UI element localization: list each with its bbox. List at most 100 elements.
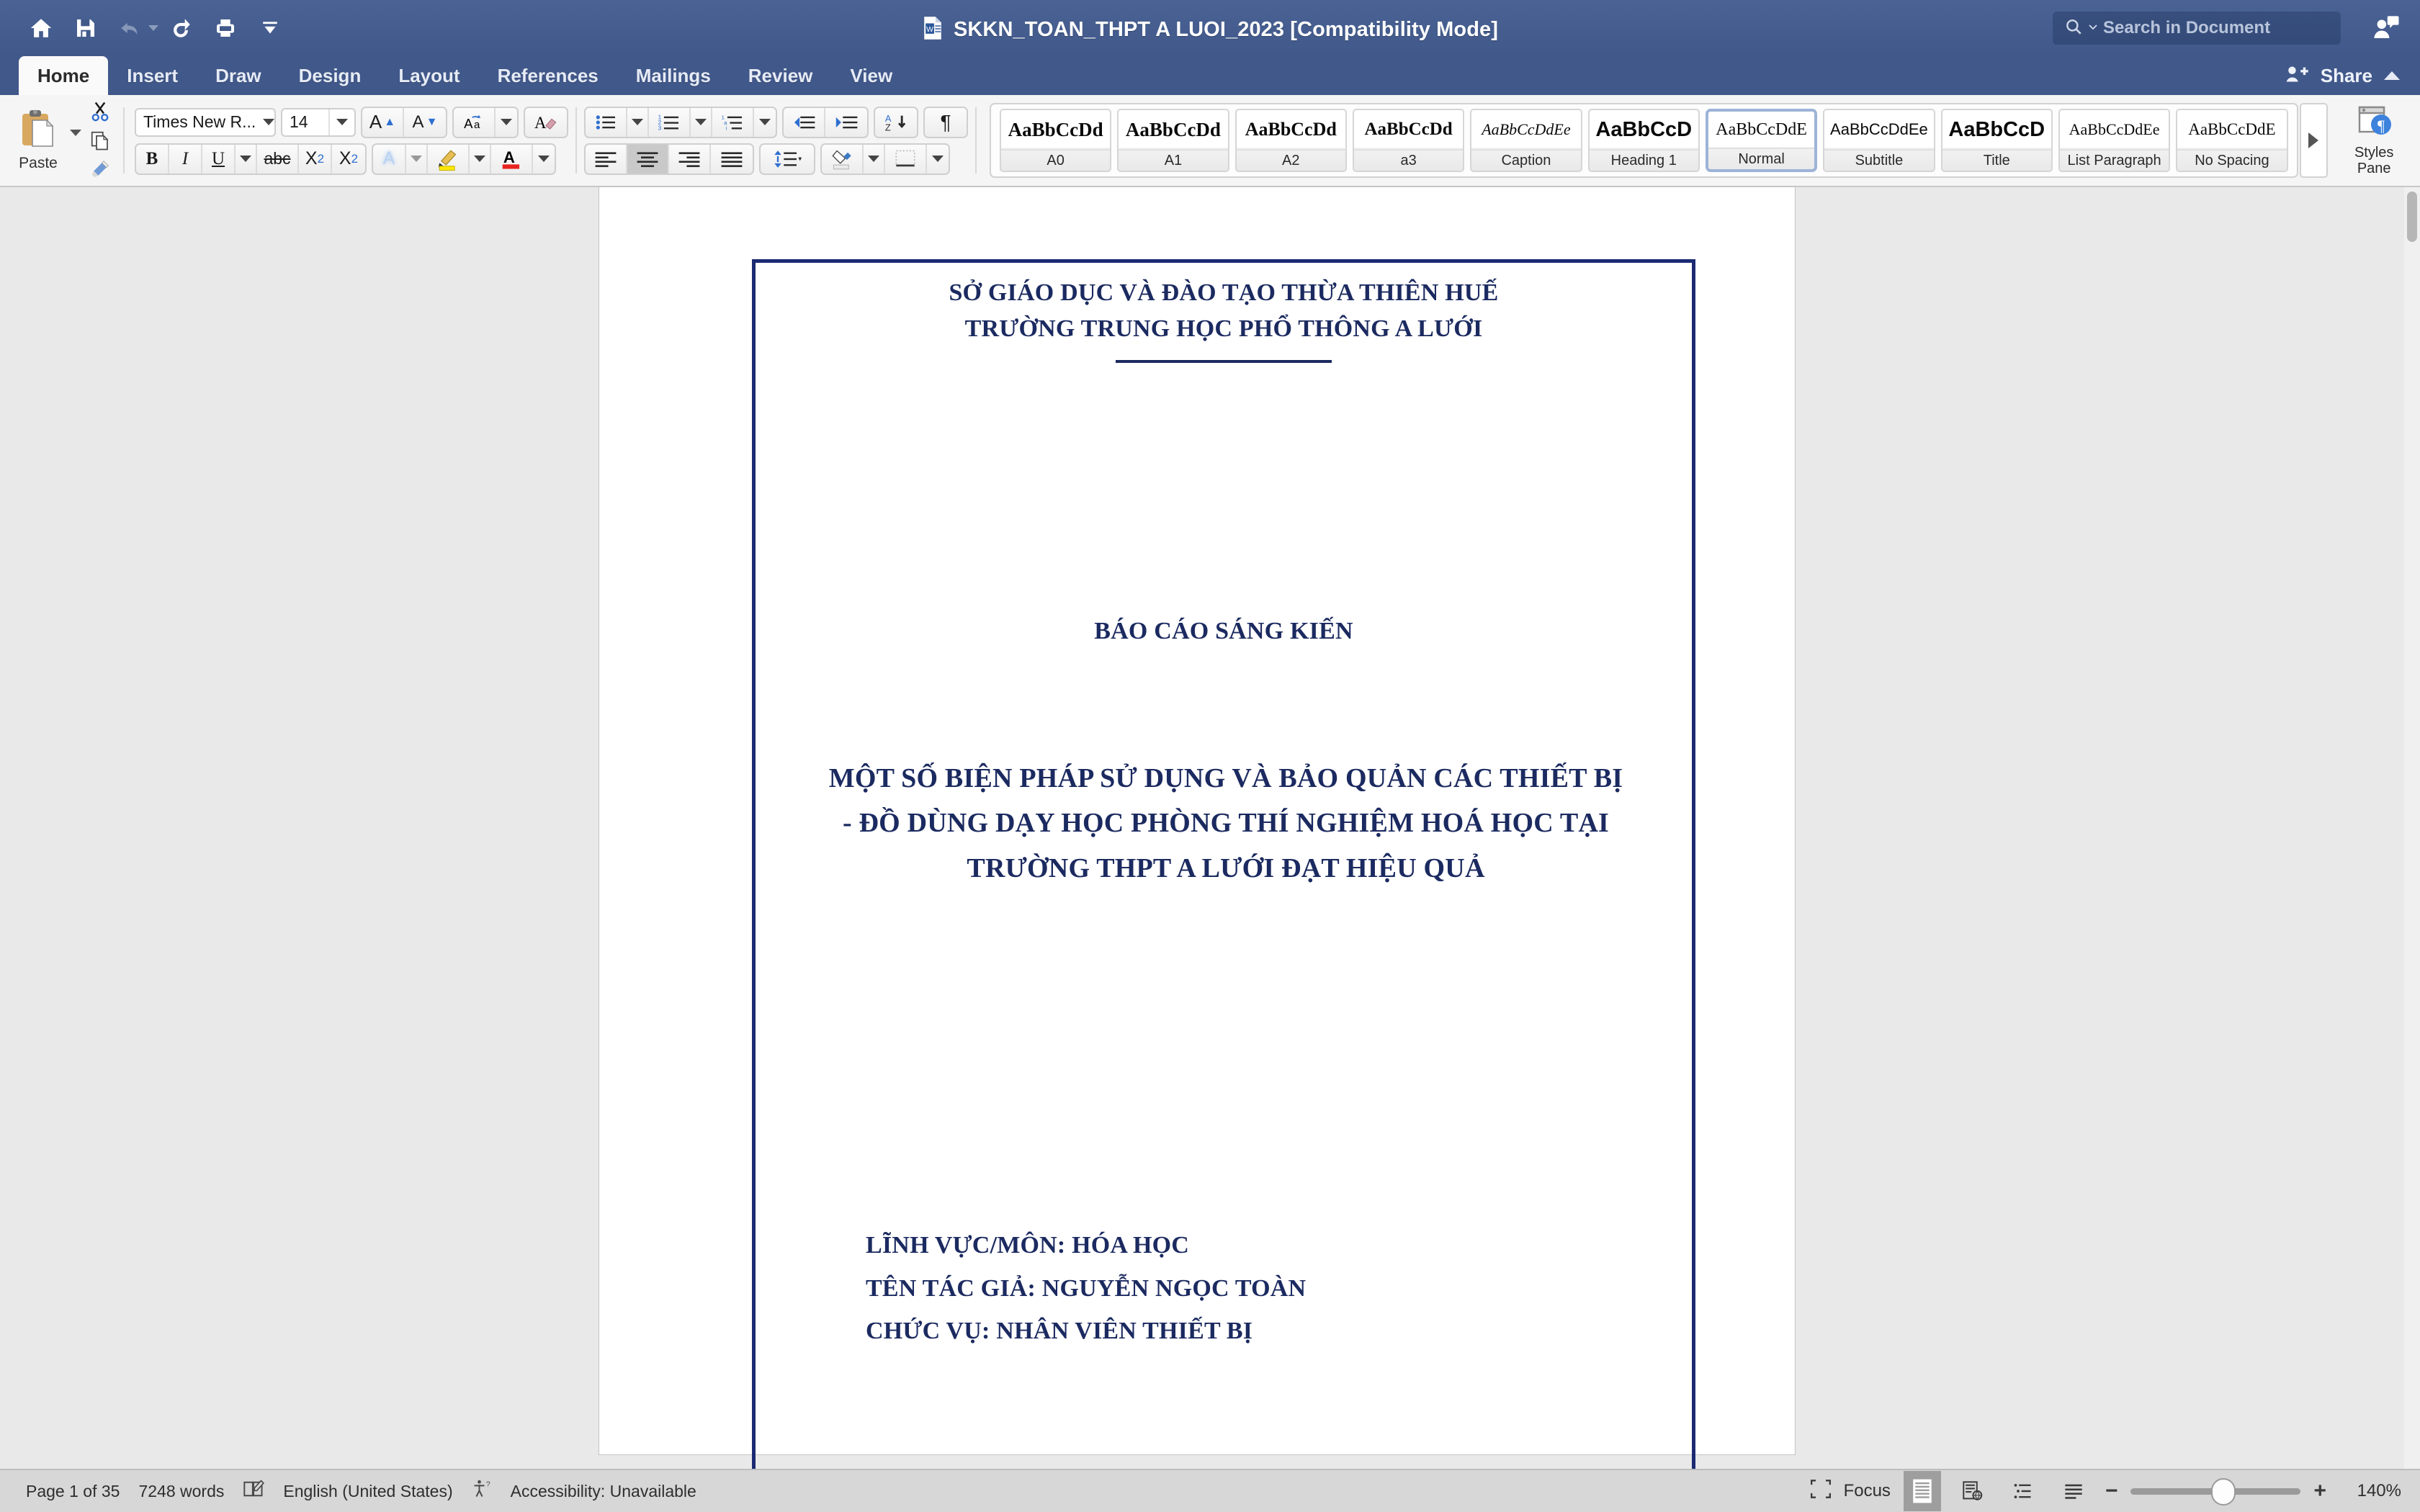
style-no-spacing[interactable]: AaBbCcDdE No Spacing [2176, 109, 2288, 172]
change-case-button[interactable]: Aa [454, 107, 496, 137]
document-author-block[interactable]: LĨNH VỰC/MÔN: HÓA HỌC TÊN TÁC GIẢ: NGUYỄ… [866, 1224, 1586, 1353]
bullets-button[interactable] [586, 107, 627, 137]
justify-button[interactable] [711, 145, 753, 174]
zoom-level-label[interactable]: 140% [2339, 1481, 2401, 1501]
align-right-button[interactable] [669, 144, 711, 174]
tab-design[interactable]: Design [280, 56, 380, 95]
language-label[interactable]: English (United States) [283, 1482, 452, 1501]
print-icon[interactable] [203, 7, 248, 49]
accessibility-icon[interactable]: ? [472, 1479, 492, 1503]
line-spacing-button[interactable] [761, 145, 814, 174]
decrease-indent-button[interactable] [784, 107, 825, 137]
proofing-icon[interactable] [243, 1480, 265, 1503]
sort-button[interactable]: AZ [875, 108, 917, 137]
word-count[interactable]: 7248 words [138, 1482, 224, 1501]
document-header-block[interactable]: SỞ GIÁO DỤC VÀ ĐÀO TẠO THỪA THIÊN HUẾ TR… [752, 281, 1695, 363]
copy-button[interactable] [84, 127, 116, 154]
tab-review[interactable]: Review [730, 56, 832, 95]
multilevel-list-button[interactable]: 1ai [712, 107, 754, 137]
accessibility-label[interactable]: Accessibility: Unavailable [511, 1482, 696, 1501]
font-name-combo[interactable]: Times New R... [134, 107, 276, 137]
font-size-dropdown-icon[interactable] [330, 119, 354, 125]
strikethrough-button[interactable]: abc [257, 144, 299, 174]
grow-font-button[interactable]: A ▲ [362, 107, 404, 137]
document-page[interactable]: SỞ GIÁO DỤC VÀ ĐÀO TẠO THỪA THIÊN HUẾ TR… [599, 187, 1795, 1483]
home-icon[interactable] [19, 7, 63, 49]
account-icon[interactable] [2371, 13, 2401, 47]
underline-button[interactable]: U [202, 144, 236, 174]
subscript-button[interactable]: X2 [299, 144, 332, 174]
style-a3[interactable]: AaBbCcDd a3 [1352, 109, 1465, 172]
style-subtitle[interactable]: AaBbCcDdEe Subtitle [1823, 109, 1935, 172]
multilevel-dropdown-icon[interactable] [754, 108, 776, 137]
document-report-block[interactable]: BÁO CÁO SÁNG KIẾN [752, 619, 1695, 644]
tab-references[interactable]: References [479, 56, 617, 95]
underline-dropdown-icon[interactable] [236, 144, 257, 174]
superscript-button[interactable]: X2 [332, 145, 365, 174]
shading-dropdown-icon[interactable] [864, 144, 885, 174]
tab-insert[interactable]: Insert [108, 56, 197, 95]
align-center-button[interactable] [627, 144, 669, 174]
focus-button[interactable]: Focus [1844, 1481, 1891, 1501]
zoom-in-button[interactable]: + [2313, 1479, 2326, 1503]
increase-indent-button[interactable] [825, 108, 867, 137]
tab-mailings[interactable]: Mailings [617, 56, 730, 95]
web-layout-view-button[interactable] [1954, 1471, 1991, 1511]
shrink-font-button[interactable]: A ▼ [404, 108, 446, 137]
text-effects-button[interactable]: A [373, 144, 406, 174]
outline-view-button[interactable] [2004, 1471, 2042, 1511]
clear-formatting-button[interactable]: A [525, 108, 567, 137]
font-color-dropdown-icon[interactable] [533, 145, 555, 174]
paste-button[interactable]: Paste [10, 109, 66, 172]
bold-button[interactable]: B [136, 144, 169, 174]
style-title[interactable]: AaBbCcD Title [1940, 109, 2053, 172]
font-name-dropdown-icon[interactable] [263, 119, 275, 125]
undo-icon[interactable] [108, 7, 153, 49]
style-a0[interactable]: AaBbCcDd A0 [999, 109, 1112, 172]
text-effects-dropdown-icon[interactable] [406, 144, 428, 174]
style-normal[interactable]: AaBbCcDdE Normal [1705, 109, 1818, 172]
customize-toolbar-icon[interactable] [248, 7, 292, 49]
document-canvas[interactable]: SỞ GIÁO DỤC VÀ ĐÀO TẠO THỪA THIÊN HUẾ TR… [0, 187, 2420, 1483]
redo-icon[interactable] [158, 7, 203, 49]
scrollbar-thumb[interactable] [2407, 192, 2417, 242]
font-size-combo[interactable]: 14 [280, 107, 356, 137]
print-layout-view-button[interactable] [1903, 1471, 1941, 1511]
shading-button[interactable] [822, 144, 864, 174]
italic-button[interactable]: I [169, 144, 202, 174]
tab-draw[interactable]: Draw [197, 56, 280, 95]
document-title-block[interactable]: MỘT SỐ BIỆN PHÁP SỬ DỤNG VÀ BẢO QUẢN CÁC… [736, 756, 1716, 891]
style-a1[interactable]: AaBbCcDd A1 [1117, 109, 1229, 172]
zoom-slider-handle[interactable] [2211, 1477, 2236, 1506]
change-case-dropdown-icon[interactable] [496, 108, 517, 137]
highlight-dropdown-icon[interactable] [470, 144, 491, 174]
bullets-dropdown-icon[interactable] [627, 107, 649, 137]
share-button[interactable]: Share [2321, 65, 2372, 87]
undo-dropdown-icon[interactable] [148, 25, 158, 31]
cut-button[interactable] [84, 98, 116, 125]
vertical-scrollbar[interactable] [2404, 187, 2420, 1469]
draft-view-button[interactable] [2055, 1471, 2092, 1511]
chevron-up-icon[interactable] [2384, 71, 2400, 80]
tab-view[interactable]: View [831, 56, 911, 95]
borders-dropdown-icon[interactable] [927, 145, 949, 174]
style-list-paragraph[interactable]: AaBbCcDdEe List Paragraph [2058, 109, 2171, 172]
zoom-slider[interactable] [2130, 1477, 2301, 1506]
font-color-button[interactable]: A [491, 144, 533, 174]
styles-pane-button[interactable]: ¶ Styles Pane [2335, 104, 2413, 176]
borders-button[interactable] [885, 144, 927, 174]
style-caption[interactable]: AaBbCcDdEe Caption [1470, 109, 1582, 172]
format-painter-button[interactable] [84, 156, 116, 183]
align-left-button[interactable] [586, 144, 627, 174]
page-info[interactable]: Page 1 of 35 [26, 1482, 120, 1501]
styles-gallery-next-button[interactable] [2299, 103, 2329, 178]
highlight-color-button[interactable] [428, 144, 470, 174]
numbering-dropdown-icon[interactable] [691, 107, 712, 137]
style-heading-1[interactable]: AaBbCcD Heading 1 [1587, 109, 1700, 172]
search-dropdown-icon[interactable] [2087, 21, 2099, 36]
tab-home[interactable]: Home [19, 56, 109, 95]
search-input[interactable]: Search in Document [2053, 12, 2341, 45]
style-a2[interactable]: AaBbCcDd A2 [1234, 109, 1347, 172]
show-formatting-marks-button[interactable]: ¶ [925, 108, 967, 137]
paste-dropdown-icon[interactable] [70, 129, 81, 136]
